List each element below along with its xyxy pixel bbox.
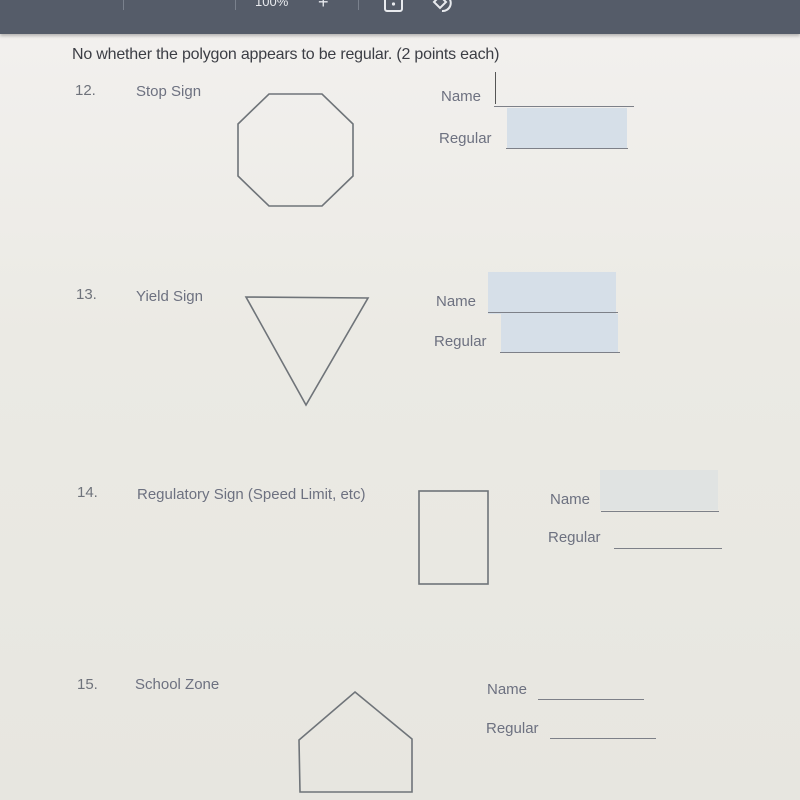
download-icon[interactable] <box>383 0 405 19</box>
name-field[interactable] <box>538 699 644 700</box>
instructions: No whether the polygon appears to be reg… <box>72 46 500 63</box>
regular-field[interactable] <box>500 352 620 353</box>
regular-field-highlight[interactable] <box>501 314 618 352</box>
toolbar-divider <box>235 0 236 10</box>
question-label: Yield Sign <box>136 288 203 305</box>
regular-field[interactable] <box>506 148 628 149</box>
name-label: Name <box>487 681 528 698</box>
octagon-outline <box>237 93 354 207</box>
pdf-toolbar: 100% + <box>0 0 800 34</box>
rectangle-outline <box>418 490 489 585</box>
name-field[interactable] <box>601 511 719 512</box>
rotate-icon[interactable] <box>428 0 456 19</box>
toolbar-divider <box>358 0 359 10</box>
question-label: School Zone <box>135 676 220 693</box>
pentagon-shape <box>298 690 413 793</box>
name-label: Name <box>436 293 477 310</box>
regular-label: Regular <box>439 130 492 147</box>
regular-label: Regular <box>486 720 539 737</box>
toolbar-divider <box>123 0 124 10</box>
question-label: Regulatory Sign (Speed Limit, etc) <box>137 486 366 503</box>
question-label: Stop Sign <box>136 83 202 100</box>
octagon-shape <box>237 93 354 207</box>
name-label: Name <box>441 88 482 105</box>
pentagon-outline <box>298 690 413 793</box>
question-number: 14. <box>77 484 98 501</box>
regular-label: Regular <box>434 333 487 350</box>
triangle-outline <box>244 296 370 407</box>
zoom-in-button[interactable]: + <box>318 0 329 13</box>
name-field[interactable] <box>488 312 618 313</box>
question-number: 13. <box>76 286 97 303</box>
question-number: 12. <box>75 82 96 99</box>
regular-field[interactable] <box>614 548 722 549</box>
regular-field-highlight[interactable] <box>507 108 627 148</box>
regular-label: Regular <box>548 529 601 546</box>
zoom-level[interactable]: 100% <box>255 0 288 9</box>
name-label: Name <box>550 491 591 508</box>
question-number: 15. <box>77 676 98 693</box>
name-field[interactable] <box>494 106 634 107</box>
name-field-highlight[interactable] <box>488 272 616 314</box>
text-cursor <box>495 72 496 104</box>
triangle-shape <box>244 296 370 407</box>
rectangle-shape <box>418 490 489 585</box>
regular-field[interactable] <box>550 738 656 739</box>
name-field-highlight[interactable] <box>600 470 718 510</box>
document-page <box>0 33 800 800</box>
